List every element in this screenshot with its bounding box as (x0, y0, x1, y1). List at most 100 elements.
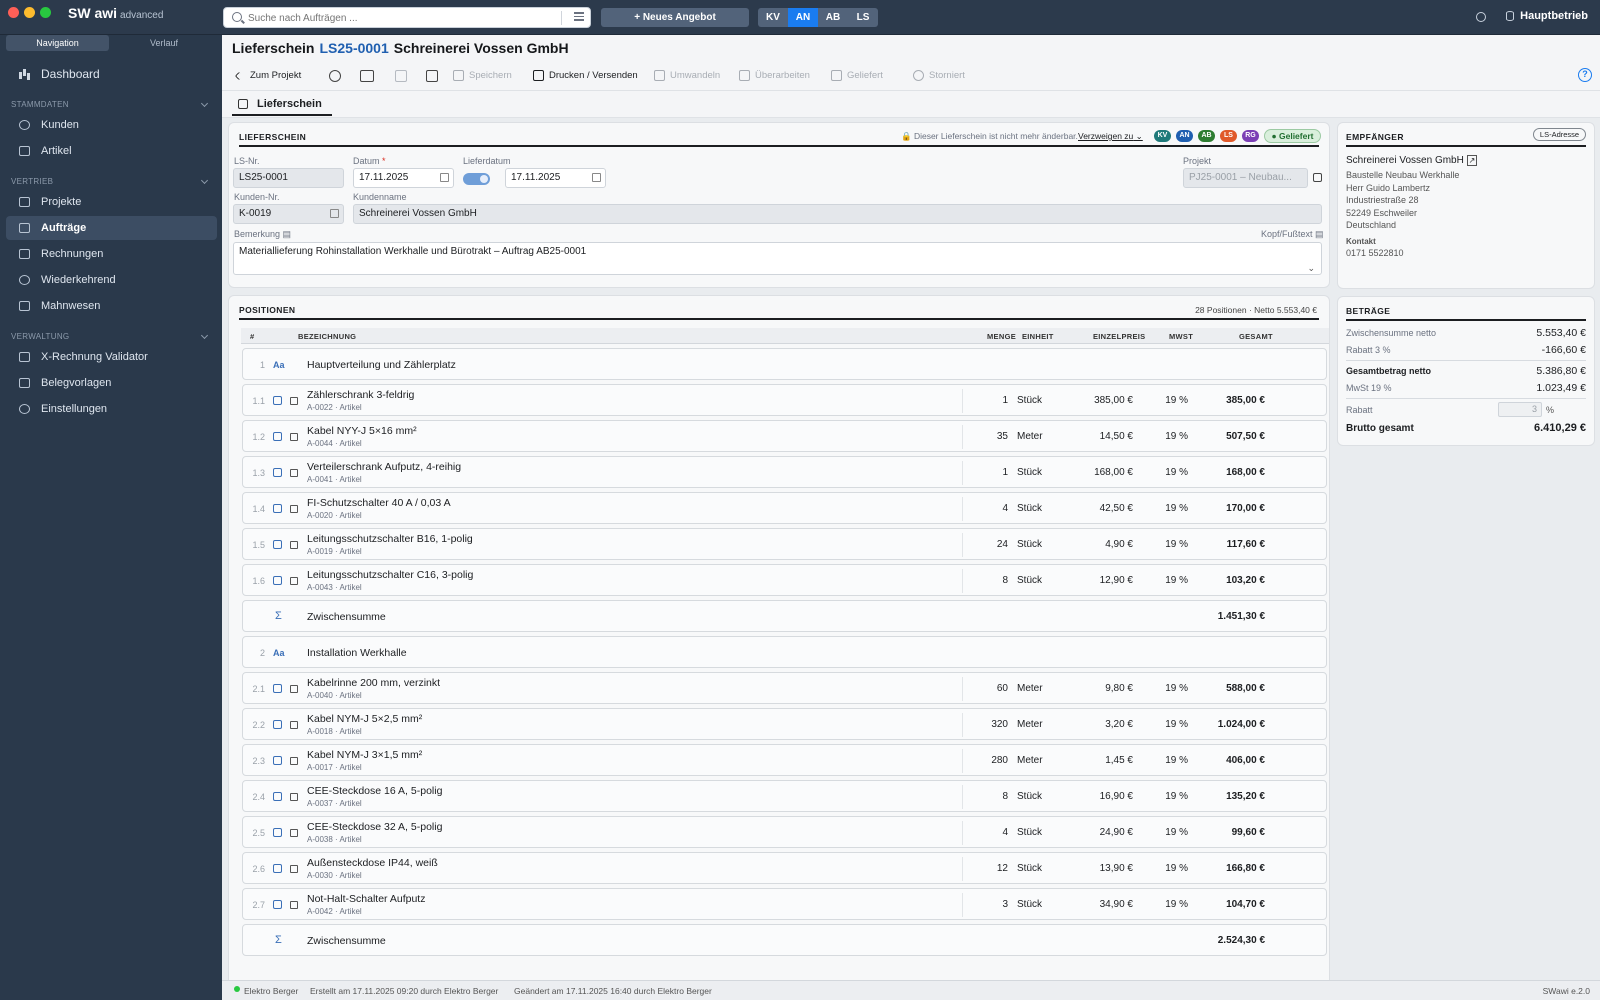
table-row[interactable]: 1.1 Zählerschrank 3-feldrig A-0022 · Artik… (242, 384, 1327, 416)
item-name: Kabel NYM-J 3×1,5 mm² (307, 749, 423, 761)
sidebar-item-xrechnung[interactable]: X-Rechnung Validator (6, 345, 217, 369)
search-input[interactable] (248, 10, 548, 26)
branch-link[interactable]: Verzweigen zu ⌄ (1078, 131, 1143, 142)
document-number: LS25-0001 (319, 40, 389, 56)
badge-ls[interactable]: LS (1220, 130, 1237, 142)
sidebar-item-wiederkehrend[interactable]: Wiederkehrend (6, 268, 217, 292)
subtotal-row[interactable]: Σ Zwischensumme 2.524,30 € (242, 924, 1327, 956)
table-row[interactable]: 2.5 CEE-Steckdose 32 A, 5-polig A-0038 · A… (242, 816, 1327, 848)
col-qty[interactable]: MENGE (987, 332, 1016, 341)
remark-textarea[interactable]: Materiallieferung Rohinstallation Werkha… (233, 242, 1322, 275)
tab-history[interactable]: Verlauf (114, 35, 214, 51)
title-bar: SW awiadvanced + Neues Angebot KV AN AB … (0, 0, 1600, 35)
table-row[interactable]: 1.3 Verteilerschrank Aufputz, 4-reihig A-0… (242, 456, 1327, 488)
expand-chevron-icon[interactable]: ⌄ (1307, 261, 1315, 275)
open-article-icon[interactable] (290, 901, 298, 909)
help-icon[interactable]: ? (1578, 68, 1592, 82)
col-total[interactable]: GESAMT (1239, 332, 1273, 341)
badge-kv[interactable]: KV (1154, 130, 1171, 142)
ls-address-button[interactable]: LS-Adresse (1533, 128, 1586, 141)
open-project-icon[interactable] (1313, 173, 1322, 182)
col-unit[interactable]: EINHEIT (1022, 332, 1054, 341)
to-project-button[interactable]: Zum Projekt (232, 68, 301, 84)
sidebar-item-belegvorlagen[interactable]: Belegvorlagen (6, 371, 217, 395)
sidebar-item-dashboard[interactable]: Dashboard (6, 62, 217, 86)
open-article-icon[interactable] (290, 865, 298, 873)
doc-type-an[interactable]: AN (788, 8, 818, 27)
sidebar-item-projekte[interactable]: Projekte (6, 190, 217, 214)
sidebar-item-artikel[interactable]: Artikel (6, 139, 217, 163)
open-article-icon[interactable] (290, 505, 298, 513)
section-stammdaten[interactable]: STAMMDATEN (11, 100, 211, 109)
total-cell: 168,00 € (1226, 467, 1265, 478)
open-article-icon[interactable] (290, 793, 298, 801)
table-row[interactable]: 1.4 FI-Schutzschalter 40 A / 0,03 A A-0020… (242, 492, 1327, 524)
table-row[interactable]: 2.2 Kabel NYM-J 5×2,5 mm² A-0018 · Artikel… (242, 708, 1327, 740)
calendar-icon[interactable] (592, 173, 601, 182)
open-customer-icon[interactable]: ↗ (1466, 155, 1478, 166)
doc-type-kv[interactable]: KV (758, 8, 788, 27)
sidebar-item-einstellungen[interactable]: Einstellungen (6, 397, 217, 421)
cancel-circle-icon[interactable] (329, 70, 341, 82)
open-article-icon[interactable] (290, 829, 298, 837)
open-article-icon[interactable] (290, 541, 298, 549)
table-row[interactable]: 2.3 Kabel NYM-J 3×1,5 mm² A-0017 · Artikel… (242, 744, 1327, 776)
filter-menu-icon[interactable] (574, 12, 584, 22)
qty-cell: 320 (991, 719, 1008, 730)
group-row[interactable]: 1 Aa Hauptverteilung und Zählerplatz (242, 348, 1327, 380)
net-value: 5.386,80 € (1536, 365, 1586, 377)
delivery-date-field[interactable]: 17.11.2025 (505, 168, 606, 188)
table-icon[interactable] (360, 70, 374, 82)
sidebar-item-rechnungen[interactable]: Rechnungen (6, 242, 217, 266)
total-cell: 135,20 € (1226, 791, 1265, 802)
badge-an[interactable]: AN (1176, 130, 1193, 142)
header-footer-label[interactable]: Kopf/Fußtext ▤ (1261, 229, 1324, 240)
calendar-icon[interactable] (440, 173, 449, 182)
group-row[interactable]: 2 Aa Installation Werkhalle (242, 636, 1327, 668)
convert-button: Umwandeln (652, 68, 720, 84)
table-row[interactable]: 1.5 Leitungsschutzschalter B16, 1-polig A-… (242, 528, 1327, 560)
open-article-icon[interactable] (290, 721, 298, 729)
section-vertrieb[interactable]: VERTRIEB (11, 177, 211, 186)
main-content: Lieferschein LS25-0001 Schreinerei Vossen … (222, 35, 1600, 1000)
open-article-icon[interactable] (290, 577, 298, 585)
copy-icon[interactable] (426, 70, 438, 82)
doc-type-ab[interactable]: AB (818, 8, 848, 27)
table-row[interactable]: 1.2 Kabel NYY-J 5×16 mm² A-0044 · Artikel 3… (242, 420, 1327, 452)
minimize-window-button[interactable] (24, 7, 35, 18)
tab-navigation[interactable]: Navigation (6, 35, 109, 51)
table-row[interactable]: 2.6 Außensteckdose IP44, weiß A-0030 · Art… (242, 852, 1327, 884)
sidebar-item-auftraege[interactable]: Aufträge (6, 216, 217, 240)
close-window-button[interactable] (8, 7, 19, 18)
doc-type-ls[interactable]: LS (848, 8, 878, 27)
company-switcher[interactable]: Hauptbetrieb (1506, 10, 1588, 22)
delivery-date-toggle[interactable] (463, 173, 490, 185)
tab-lieferschein[interactable]: Lieferschein (232, 94, 332, 116)
table-row[interactable]: 2.1 Kabelrinne 200 mm, verzinkt A-0040 · A… (242, 672, 1327, 704)
col-vat[interactable]: MWST (1169, 332, 1193, 341)
open-article-icon[interactable] (290, 433, 298, 441)
table-row[interactable]: 2.7 Not-Halt-Schalter Aufputz A-0042 · Art… (242, 888, 1327, 920)
print-send-button[interactable]: Drucken / Versenden (531, 68, 638, 84)
table-row[interactable]: 2.4 CEE-Steckdose 16 A, 5-polig A-0037 · A… (242, 780, 1327, 812)
new-offer-button[interactable]: + Neues Angebot (601, 8, 749, 27)
col-description[interactable]: BEZEICHNUNG (298, 332, 356, 341)
sidebar-item-mahnwesen[interactable]: Mahnwesen (6, 294, 217, 318)
open-article-icon[interactable] (290, 469, 298, 477)
maximize-window-button[interactable] (40, 7, 51, 18)
table-row[interactable]: 1.6 Leitungsschutzschalter C16, 3-polig A-… (242, 564, 1327, 596)
date-field[interactable]: 17.11.2025 (353, 168, 454, 188)
col-price[interactable]: EINZELPREIS (1093, 332, 1145, 341)
open-article-icon[interactable] (290, 685, 298, 693)
subtotal-row[interactable]: Σ Zwischensumme 1.451,30 € (242, 600, 1327, 632)
sync-icon[interactable] (1476, 12, 1486, 22)
badge-rg[interactable]: RG (1242, 130, 1259, 142)
date-label: Datum * (353, 156, 386, 166)
discount-value: -166,60 € (1541, 344, 1586, 356)
open-customer-icon[interactable] (330, 209, 339, 218)
section-verwaltung[interactable]: VERWALTUNG (11, 332, 211, 341)
open-article-icon[interactable] (290, 757, 298, 765)
badge-ab[interactable]: AB (1198, 130, 1215, 142)
open-article-icon[interactable] (290, 397, 298, 405)
sidebar-item-kunden[interactable]: Kunden (6, 113, 217, 137)
